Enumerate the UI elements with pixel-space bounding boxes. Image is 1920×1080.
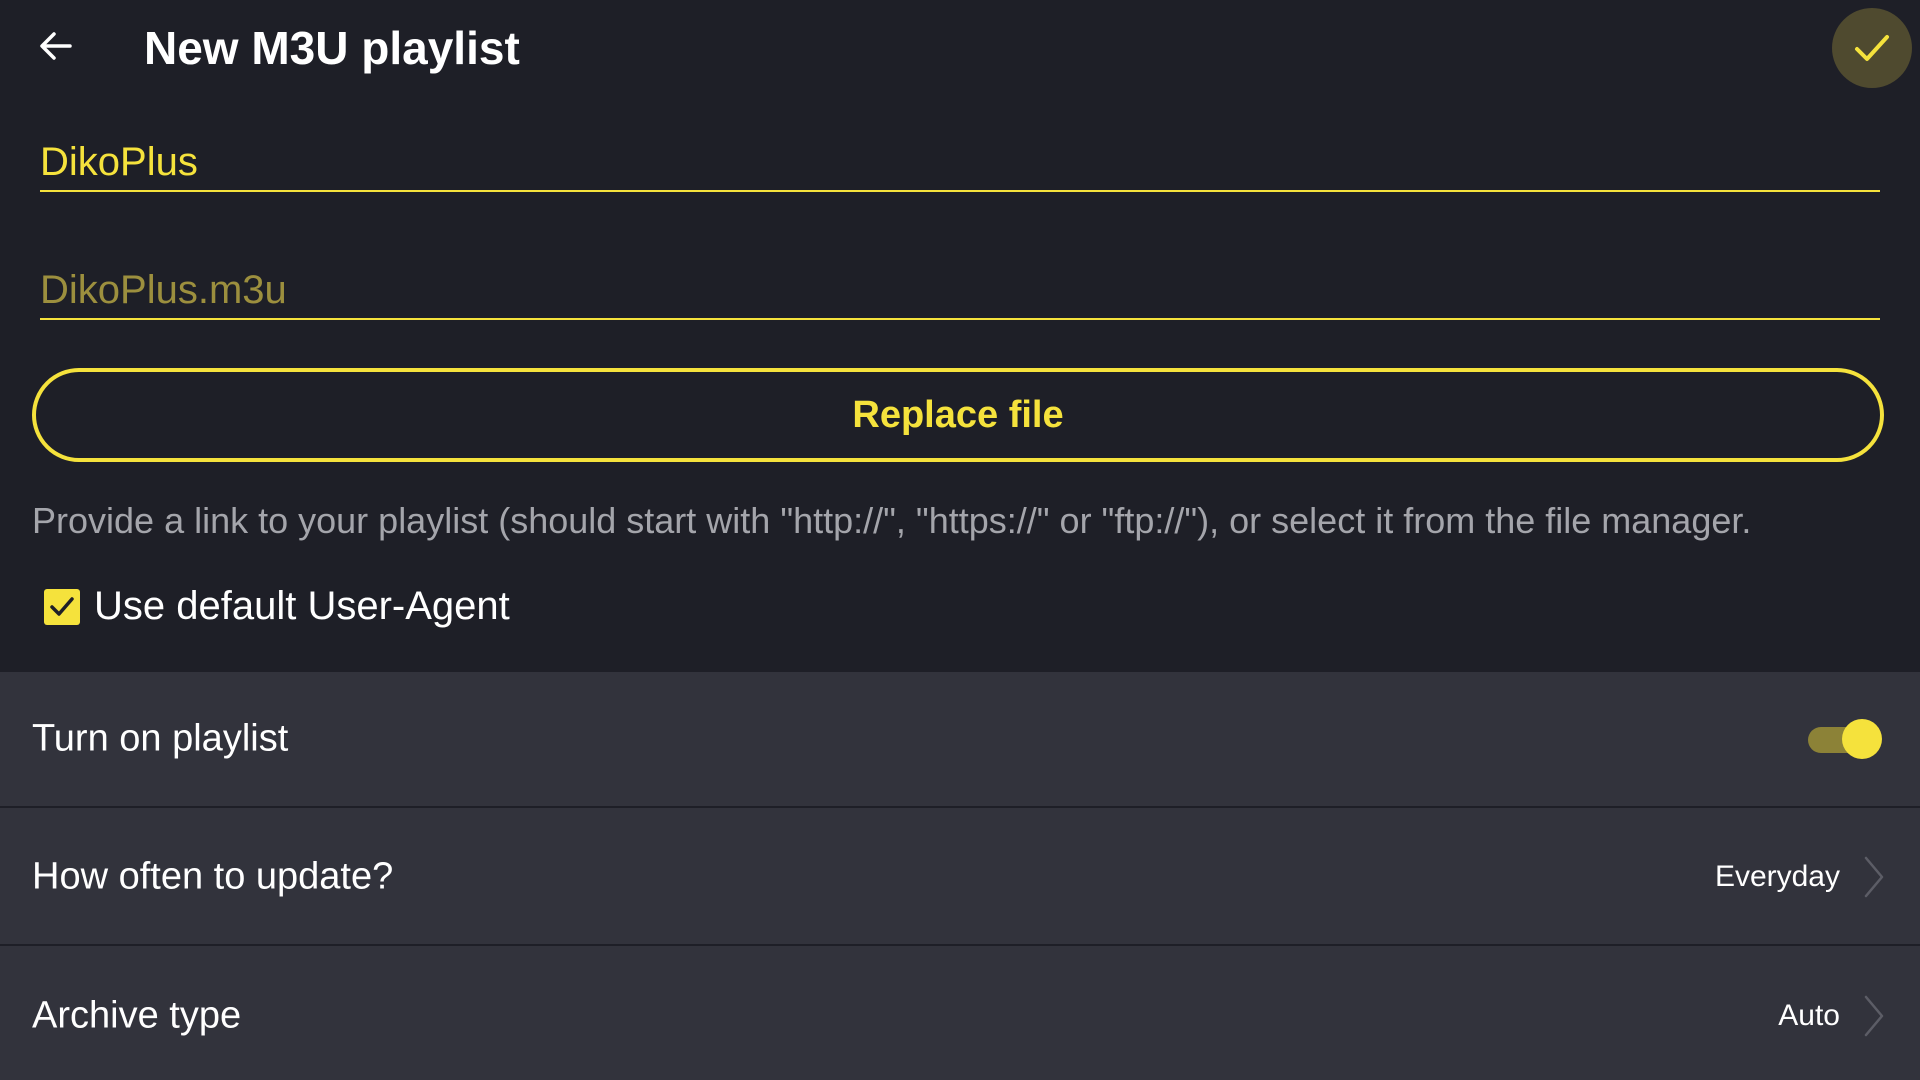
page-title: New M3U playlist [144,22,520,74]
setting-archive-type[interactable]: Archive type Auto [0,948,1920,1080]
playlist-name-field [40,134,1880,192]
setting-label: How often to update? [32,855,394,898]
user-agent-checkbox[interactable] [44,588,80,625]
checkmark-icon [50,596,74,616]
setting-update-frequency[interactable]: How often to update? Everyday [0,810,1920,946]
playlist-hint-text: Provide a link to your playlist (should … [32,500,1752,541]
playlist-file-field [40,262,1880,320]
back-button[interactable] [30,20,82,72]
playlist-file-input[interactable] [40,262,1880,318]
setting-value: Everyday [1714,860,1840,893]
setting-value: Auto [1778,999,1840,1032]
chevron-right-icon [1864,856,1884,898]
settings-list: Turn on playlist How often to update? Ev… [0,672,1920,1080]
playlist-name-input[interactable] [40,134,1880,190]
confirm-button[interactable] [1832,8,1912,88]
user-agent-checkbox-row[interactable]: Use default User-Agent [44,584,510,629]
user-agent-label: Use default User-Agent [94,584,510,628]
replace-file-button[interactable]: Replace file [32,368,1884,462]
app-root: New M3U playlist Replace file Provide a … [0,0,1920,1080]
setting-label: Archive type [32,994,242,1037]
toggle-thumb [1842,719,1882,759]
setting-label: Turn on playlist [32,717,289,760]
header: New M3U playlist [0,0,1920,100]
playlist-toggle[interactable] [1808,719,1882,759]
setting-turn-on-playlist[interactable]: Turn on playlist [0,672,1920,808]
arrow-left-icon [40,32,72,60]
chevron-right-icon [1864,995,1884,1037]
check-icon [1855,35,1889,61]
